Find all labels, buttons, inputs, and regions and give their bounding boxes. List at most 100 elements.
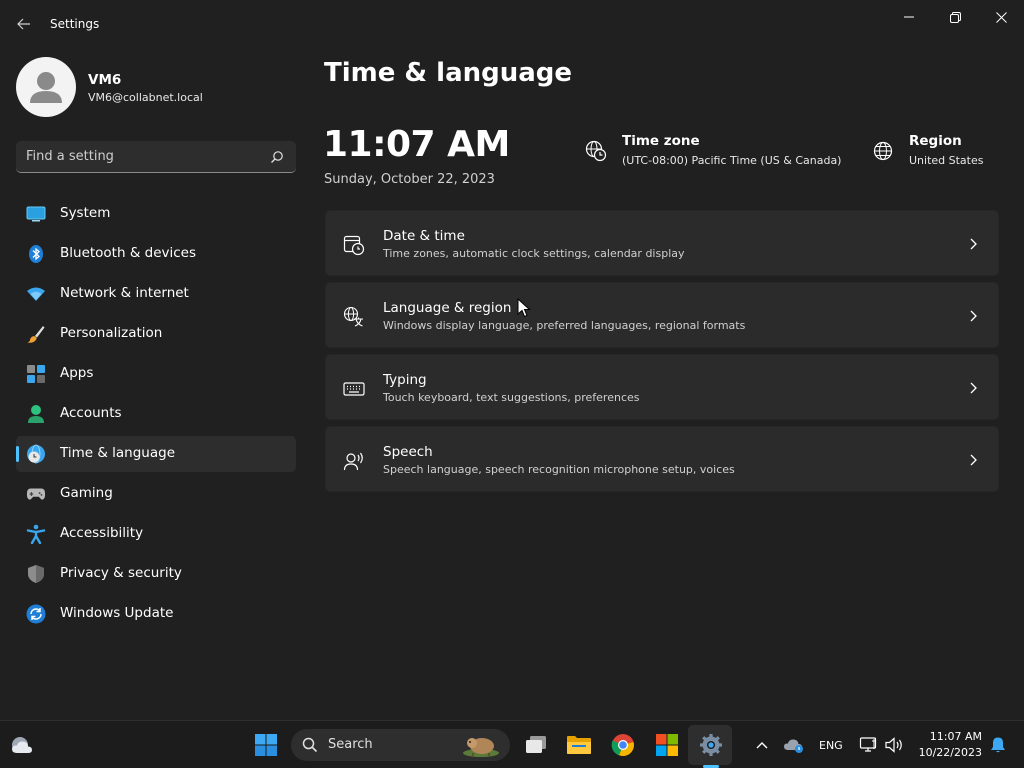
start-button[interactable]	[252, 731, 280, 759]
sidebar-item-label: Privacy & security	[60, 565, 182, 581]
close-icon	[995, 11, 1007, 23]
network-status-button[interactable]	[855, 731, 883, 759]
card-date-time[interactable]: Date & time Time zones, automatic clock …	[325, 210, 999, 276]
sidebar-item-privacy-security[interactable]: Privacy & security	[16, 556, 296, 592]
chrome-button[interactable]	[609, 731, 637, 759]
restore-button[interactable]	[940, 6, 970, 28]
time-zone-title: Time zone	[622, 133, 700, 149]
card-speech[interactable]: Speech Speech language, speech recogniti…	[325, 426, 999, 492]
bell-icon	[991, 737, 1005, 753]
sidebar-item-label: System	[60, 205, 111, 221]
search-icon	[302, 737, 318, 753]
region-title: Region	[909, 133, 962, 149]
sidebar-item-personalization[interactable]: Personalization	[16, 316, 296, 352]
chevron-right-icon	[970, 238, 977, 250]
sidebar-item-label: Accounts	[60, 405, 122, 421]
task-view-button[interactable]	[522, 731, 550, 759]
system-icon	[26, 204, 46, 224]
onedrive-button[interactable]	[780, 731, 808, 759]
sidebar-item-system[interactable]: System	[16, 196, 296, 232]
title-bar: Settings	[0, 0, 1024, 48]
shield-icon	[26, 564, 46, 584]
back-button[interactable]	[10, 10, 38, 38]
mouse-cursor-icon	[517, 298, 531, 318]
card-description: Time zones, automatic clock settings, ca…	[383, 247, 685, 260]
card-title: Typing	[383, 372, 427, 388]
wifi-icon	[26, 284, 46, 304]
sidebar-item-apps[interactable]: Apps	[16, 356, 296, 392]
windows-logo-icon	[255, 734, 277, 756]
onedrive-status-icon	[784, 739, 803, 753]
sidebar-item-time-language[interactable]: Time & language	[16, 436, 296, 472]
microsoft-store-icon	[656, 734, 678, 756]
sidebar-item-label: Network & internet	[60, 285, 189, 301]
speech-icon	[343, 452, 363, 471]
time-zone-icon	[585, 140, 607, 162]
card-title: Language & region	[383, 300, 512, 316]
notifications-button[interactable]	[984, 731, 1012, 759]
minimize-button[interactable]	[894, 6, 924, 28]
volume-button[interactable]	[880, 731, 908, 759]
file-explorer-button[interactable]	[565, 731, 593, 759]
card-description: Windows display language, preferred lang…	[383, 319, 746, 332]
accessibility-icon	[26, 524, 46, 544]
taskbar-clock-time[interactable]: 11:07 AM	[920, 730, 982, 743]
minimize-icon	[904, 16, 914, 18]
sidebar-item-bluetooth-devices[interactable]: Bluetooth & devices	[16, 236, 296, 272]
person-icon	[26, 404, 46, 424]
search-icon[interactable]	[270, 150, 284, 164]
sidebar-item-gaming[interactable]: Gaming	[16, 476, 296, 512]
gear-icon	[700, 734, 722, 756]
time-zone-value: (UTC-08:00) Pacific Time (US & Canada)	[622, 154, 842, 167]
current-time: 11:07 AM	[323, 124, 510, 165]
settings-search[interactable]	[16, 141, 296, 173]
app-title: Settings	[50, 17, 100, 31]
card-language-region[interactable]: Language & region Windows display langua…	[325, 282, 999, 348]
keyboard-icon	[343, 382, 365, 396]
chrome-icon	[611, 734, 634, 757]
taskbar-search-label: Search	[328, 737, 373, 752]
input-language-indicator[interactable]: ENG	[819, 739, 843, 752]
microsoft-store-button[interactable]	[653, 731, 681, 759]
widgets-button[interactable]	[8, 731, 36, 759]
sidebar-item-windows-update[interactable]: Windows Update	[16, 596, 296, 632]
profile-name: VM6	[88, 72, 122, 88]
update-icon	[26, 604, 46, 624]
chevron-right-icon	[970, 454, 977, 466]
apps-icon	[26, 364, 46, 384]
close-button[interactable]	[986, 6, 1016, 28]
globe-icon	[873, 141, 893, 161]
profile-email: VM6@collabnet.local	[88, 91, 203, 104]
card-description: Speech language, speech recognition micr…	[383, 463, 735, 476]
settings-taskbar-button[interactable]	[697, 731, 725, 759]
globe-clock-icon	[26, 444, 46, 464]
sidebar-item-label: Bluetooth & devices	[60, 245, 197, 261]
sidebar-item-label: Gaming	[60, 485, 113, 501]
card-typing[interactable]: Typing Touch keyboard, text suggestions,…	[325, 354, 999, 420]
current-date: Sunday, October 22, 2023	[324, 172, 495, 187]
sidebar-item-label: Windows Update	[60, 605, 174, 621]
page-title: Time & language	[324, 58, 573, 88]
sidebar-item-label: Accessibility	[60, 525, 144, 541]
weather-icon	[12, 737, 32, 753]
card-title: Date & time	[383, 228, 465, 244]
sidebar-item-accessibility[interactable]: Accessibility	[16, 516, 296, 552]
sidebar-item-network-internet[interactable]: Network & internet	[16, 276, 296, 312]
calendar-clock-icon	[343, 235, 365, 256]
sidebar-item-label: Apps	[60, 365, 94, 381]
show-hidden-icons-button[interactable]	[748, 731, 776, 759]
sidebar-nav: System Bluetooth & devices Network & int…	[16, 196, 296, 636]
taskbar-clock-date[interactable]: 10/22/2023	[912, 746, 982, 759]
bluetooth-icon	[26, 244, 46, 264]
card-description: Touch keyboard, text suggestions, prefer…	[383, 391, 640, 404]
language-icon	[343, 306, 363, 327]
volume-icon	[885, 737, 902, 753]
search-input[interactable]	[26, 141, 266, 172]
avatar[interactable]	[16, 57, 76, 117]
region-value: United States	[909, 154, 984, 167]
brush-icon	[26, 324, 46, 344]
sidebar-item-accounts[interactable]: Accounts	[16, 396, 296, 432]
sidebar-item-label: Personalization	[60, 325, 163, 341]
chevron-right-icon	[970, 382, 977, 394]
taskbar-search[interactable]: Search	[291, 729, 510, 761]
